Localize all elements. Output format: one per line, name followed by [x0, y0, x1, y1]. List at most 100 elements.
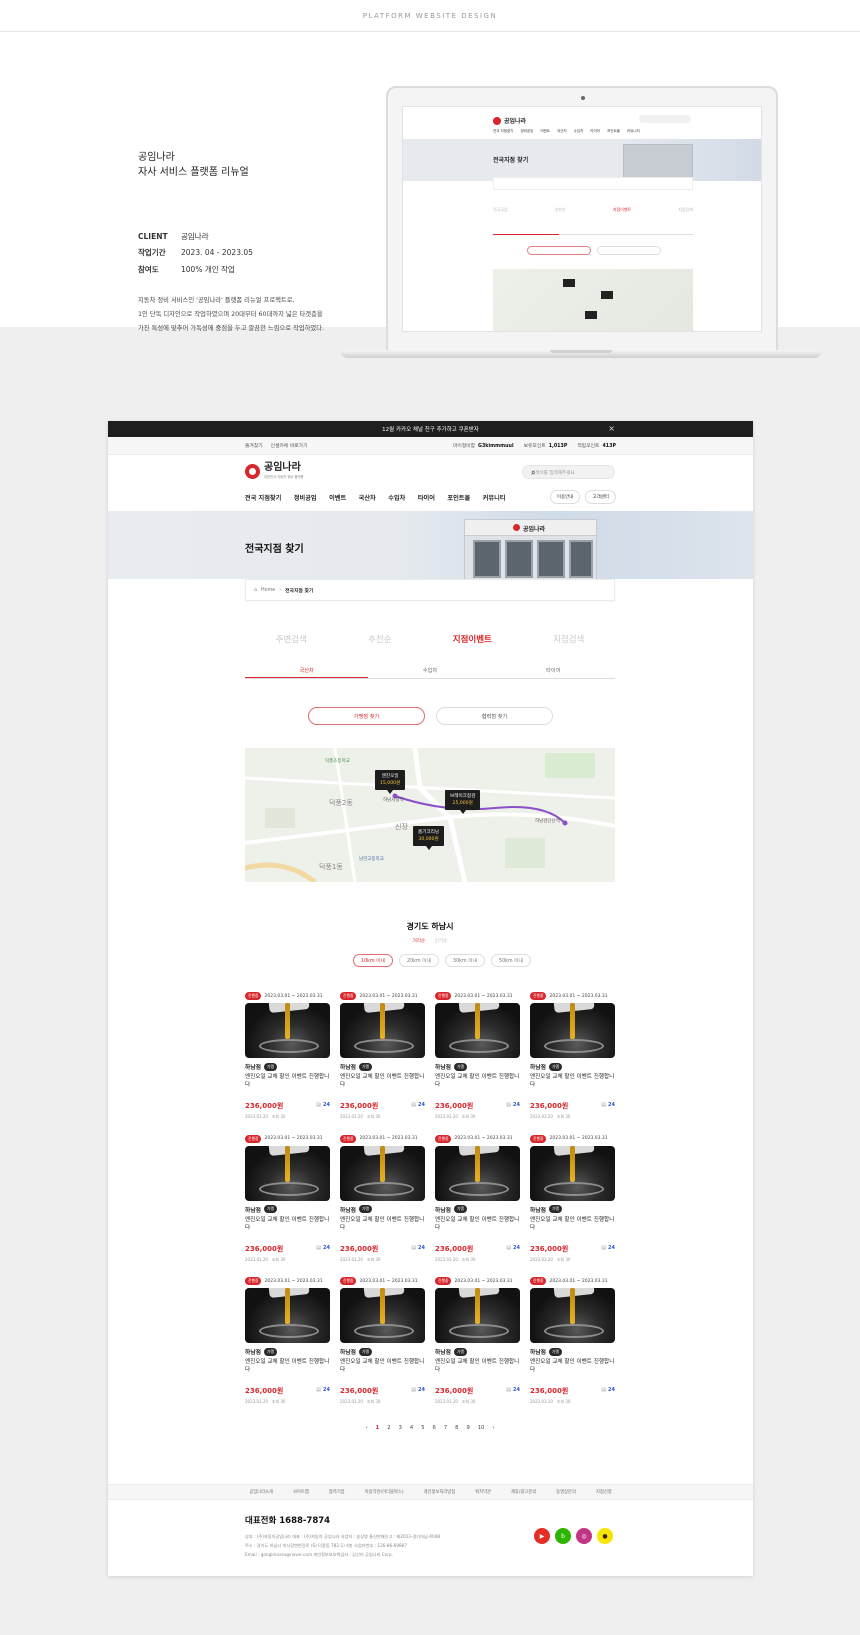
event-description[interactable]: 엔진오일 교체 할인 이벤트 진행합니다: [435, 1358, 520, 1374]
distance-10km[interactable]: 10km 이내: [353, 954, 393, 967]
nav-item-tire[interactable]: 타이어: [418, 493, 435, 502]
nav-item-imported[interactable]: 수입차: [388, 493, 405, 502]
tab-nearby[interactable]: 주변검색: [276, 633, 307, 645]
page-number[interactable]: 4: [410, 1425, 413, 1431]
event-image[interactable]: [245, 1288, 330, 1343]
subtab-tire[interactable]: 타이어: [492, 665, 615, 678]
nav-item-branch-search[interactable]: 전국 지점찾기: [245, 493, 281, 502]
user-info[interactable]: 마이정비함 G3kimmmuul: [453, 442, 514, 449]
bookmark-link[interactable]: 즐겨찾기: [245, 442, 263, 449]
event-card[interactable]: 진행중 2023.03.01 ~ 2023.03.31 하남점 가맹 엔진오일 교체 할…: [245, 1276, 330, 1419]
page-number[interactable]: 7: [444, 1425, 447, 1431]
event-image[interactable]: [530, 1288, 615, 1343]
event-description[interactable]: 엔진오일 교체 할인 이벤트 진행합니다: [245, 1358, 330, 1374]
next-page-icon[interactable]: ›: [492, 1425, 494, 1431]
event-image[interactable]: [530, 1003, 615, 1058]
event-card[interactable]: 진행중 2023.03.01 ~ 2023.03.31 하남점 가맹 엔진오일 교체 할…: [530, 1134, 615, 1277]
prev-page-icon[interactable]: ‹: [366, 1425, 368, 1431]
event-image[interactable]: [530, 1145, 615, 1201]
footer-nav-link[interactable]: 동영상문의: [556, 1489, 576, 1495]
footer-nav-link[interactable]: 협력기업: [329, 1489, 345, 1495]
event-card[interactable]: 진행중 2023.03.01 ~ 2023.03.31 하남점 가맹 엔진오일 교체 할…: [245, 991, 330, 1134]
tab-recommended[interactable]: 추천순: [368, 633, 391, 645]
event-description[interactable]: 엔진오일 교체 할인 이벤트 진행합니다: [340, 1216, 425, 1232]
map-pin[interactable]: 브레이크점검 25,000원: [445, 790, 481, 814]
points-info[interactable]: 보유포인트 1,013P: [524, 442, 568, 449]
nav-item-labor-cost[interactable]: 정비공임: [294, 493, 317, 502]
event-description[interactable]: 엔진오일 교체 할인 이벤트 진행합니다: [530, 1358, 615, 1374]
event-card[interactable]: 진행중 2023.03.01 ~ 2023.03.31 하남점 가맹 엔진오일 교체 할…: [340, 1134, 425, 1277]
distance-50km[interactable]: 50km 이내: [491, 954, 531, 967]
home-icon[interactable]: ⌂: [254, 588, 257, 593]
footer-nav-link[interactable]: 개인정보처리방침: [424, 1489, 456, 1495]
subtab-imported[interactable]: 수입차: [368, 665, 491, 678]
event-description[interactable]: 엔진오일 교체 할인 이벤트 진행합니다: [530, 1073, 615, 1089]
youtube-icon[interactable]: ▶: [534, 1528, 550, 1544]
page-number[interactable]: 8: [455, 1425, 458, 1431]
footer-nav-link[interactable]: 위치약관: [475, 1489, 491, 1495]
page-number[interactable]: 9: [466, 1425, 469, 1431]
distance-20km[interactable]: 20km 이내: [399, 954, 439, 967]
event-card[interactable]: 진행중 2023.03.01 ~ 2023.03.31 하남점 가맹 엔진오일 교체 할…: [435, 991, 520, 1134]
event-description[interactable]: 엔진오일 교체 할인 이벤트 진행합니다: [340, 1073, 425, 1089]
event-image[interactable]: [340, 1145, 425, 1201]
event-image[interactable]: [435, 1003, 520, 1058]
site-logo[interactable]: 공임나라 대한민국 자동차 정비 플랫폼: [245, 463, 304, 479]
instagram-icon[interactable]: ◎: [576, 1528, 592, 1544]
nav-item-domestic[interactable]: 국산차: [359, 493, 376, 502]
page-number[interactable]: 10: [478, 1425, 485, 1431]
map-pin[interactable]: 엔진오일 15,000원: [375, 770, 406, 794]
shortcut-link[interactable]: 인셀카에 바로가기: [271, 442, 308, 449]
franchise-button[interactable]: 가맹점 찾기: [308, 707, 425, 725]
page-number[interactable]: 5: [421, 1425, 424, 1431]
footer-nav-link[interactable]: 이용약관(이더블박스): [365, 1489, 404, 1495]
naver-blog-icon[interactable]: b: [555, 1528, 571, 1544]
page-number[interactable]: 2: [387, 1425, 390, 1431]
event-image[interactable]: [435, 1145, 520, 1201]
event-card[interactable]: 진행중 2023.03.01 ~ 2023.03.31 하남점 가맹 엔진오일 교체 할…: [435, 1134, 520, 1277]
breadcrumb-home[interactable]: Home: [261, 588, 275, 593]
earned-points-info[interactable]: 적립포인트 413P: [577, 442, 616, 449]
sort-popularity[interactable]: 인기순: [435, 939, 448, 944]
kakao-icon[interactable]: ●: [597, 1528, 613, 1544]
branch-map[interactable]: 엔진오일 15,000원 브레이크점검 25,000원 흡기크리닝 30,000원 덕…: [245, 748, 615, 882]
event-image[interactable]: [245, 1003, 330, 1058]
event-card[interactable]: 진행중 2023.03.01 ~ 2023.03.31 하남점 가맹 엔진오일 교체 할…: [340, 991, 425, 1134]
customer-center-button[interactable]: 고객센터: [585, 490, 616, 504]
nav-item-point-mall[interactable]: 포인트몰: [447, 493, 470, 502]
tab-branch-event[interactable]: 지점이벤트: [453, 633, 492, 645]
footer-nav-link[interactable]: 지점신청: [596, 1489, 612, 1495]
event-description[interactable]: 엔진오일 교체 할인 이벤트 진행합니다: [245, 1216, 330, 1232]
event-image[interactable]: [435, 1288, 520, 1343]
top-banner[interactable]: 12월 카카오 채널 친구 추가하고 쿠폰받자 ×: [108, 421, 753, 437]
page-number[interactable]: 3: [399, 1425, 402, 1431]
event-description[interactable]: 엔진오일 교체 할인 이벤트 진행합니다: [435, 1216, 520, 1232]
close-icon[interactable]: ×: [608, 424, 615, 433]
footer-nav-link[interactable]: 공임나라소개: [249, 1489, 273, 1495]
distance-30km[interactable]: 30km 이내: [445, 954, 485, 967]
search-icon[interactable]: ⌕: [531, 468, 608, 478]
footer-nav-link[interactable]: 제휴/광고문의: [511, 1489, 536, 1495]
nav-item-event[interactable]: 이벤트: [329, 493, 346, 502]
subtab-domestic[interactable]: 국산차: [245, 665, 369, 678]
nav-item-community[interactable]: 커뮤니티: [483, 493, 506, 502]
event-description[interactable]: 엔진오일 교체 할인 이벤트 진행합니다: [435, 1073, 520, 1089]
page-number[interactable]: 6: [433, 1425, 436, 1431]
event-card[interactable]: 진행중 2023.03.01 ~ 2023.03.31 하남점 가맹 엔진오일 교체 할…: [530, 991, 615, 1134]
event-card[interactable]: 진행중 2023.03.01 ~ 2023.03.31 하남점 가맹 엔진오일 교체 할…: [530, 1276, 615, 1419]
guide-button[interactable]: 이용안내: [549, 490, 581, 504]
event-description[interactable]: 엔진오일 교체 할인 이벤트 진행합니다: [530, 1216, 615, 1232]
event-image[interactable]: [245, 1145, 330, 1201]
sort-distance[interactable]: 거리순: [413, 939, 426, 944]
event-description[interactable]: 엔진오일 교체 할인 이벤트 진행합니다: [340, 1358, 425, 1374]
event-image[interactable]: [340, 1288, 425, 1343]
map-pin[interactable]: 흡기크리닝 30,000원: [413, 826, 445, 850]
event-card[interactable]: 진행중 2023.03.01 ~ 2023.03.31 하남점 가맹 엔진오일 교체 할…: [245, 1134, 330, 1277]
partner-button[interactable]: 협력점 찾기: [436, 707, 553, 725]
event-description[interactable]: 엔진오일 교체 할인 이벤트 진행합니다: [245, 1073, 330, 1089]
search-input[interactable]: 검색어를 입력해주세요 ⌕: [522, 465, 615, 479]
event-image[interactable]: [340, 1003, 425, 1058]
event-card[interactable]: 진행중 2023.03.01 ~ 2023.03.31 하남점 가맹 엔진오일 교체 할…: [435, 1276, 520, 1419]
page-number[interactable]: 1: [376, 1425, 380, 1431]
event-card[interactable]: 진행중 2023.03.01 ~ 2023.03.31 하남점 가맹 엔진오일 교체 할…: [340, 1276, 425, 1419]
